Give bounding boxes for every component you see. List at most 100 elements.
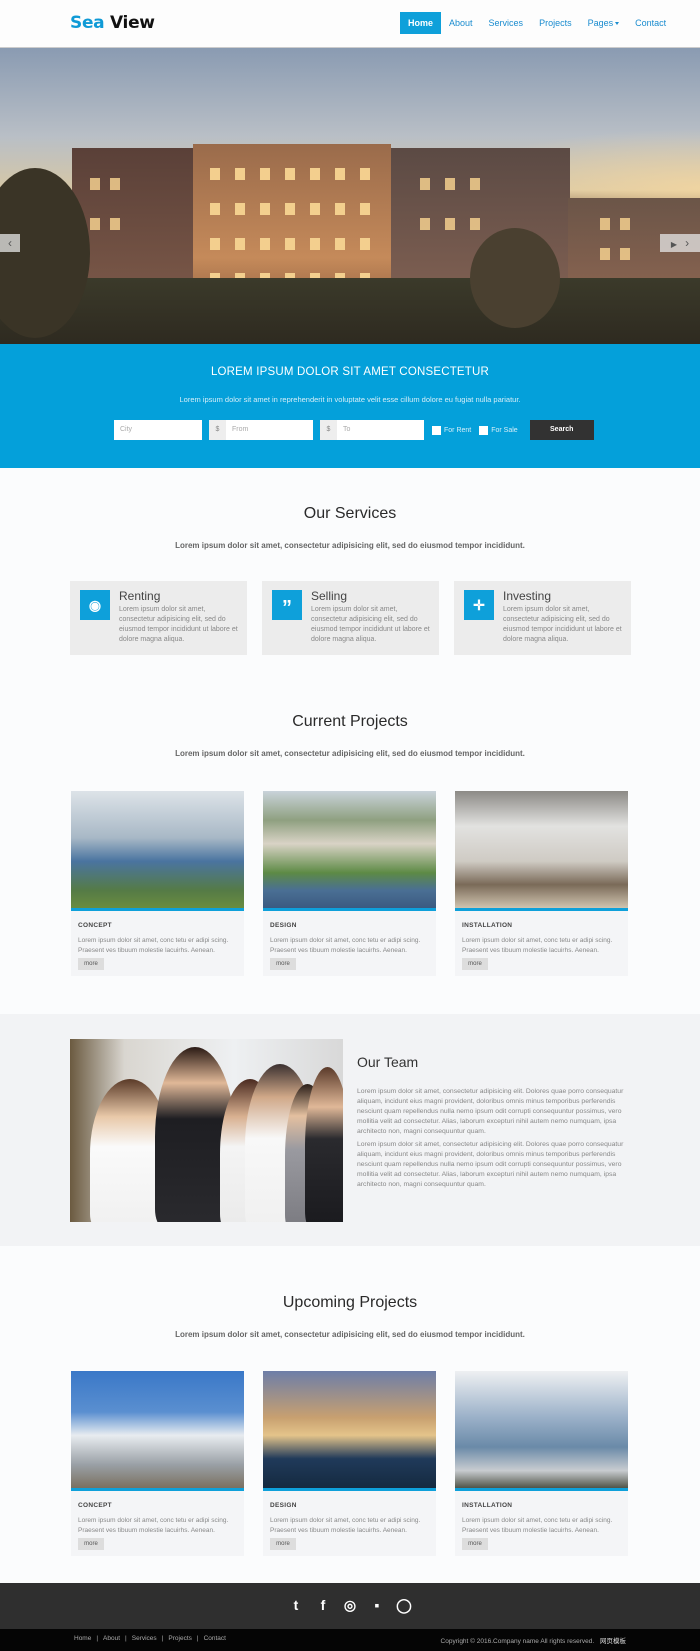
project-text: Lorem ipsum dolor sit amet, conc tetu er… bbox=[270, 1517, 421, 1534]
nav-services[interactable]: Services bbox=[481, 12, 532, 34]
hero-window bbox=[310, 168, 320, 180]
move-arrows-icon: ✛ bbox=[464, 590, 494, 620]
search-band-subtitle: Lorem ipsum dolor sit amet in reprehende… bbox=[179, 395, 521, 404]
project-text: Lorem ipsum dolor sit amet, conc tetu er… bbox=[78, 1517, 229, 1534]
city-placeholder: City bbox=[120, 426, 133, 433]
separator: | bbox=[196, 1635, 199, 1642]
project-card: INSTALLATION Lorem ipsum dolor sit amet,… bbox=[455, 1371, 628, 1556]
copyright: Copyright © 2016.Company name All rights… bbox=[441, 1635, 626, 1645]
slider-prev-button[interactable]: ‹ bbox=[0, 234, 20, 252]
checkbox-box[interactable] bbox=[479, 425, 489, 435]
nav-contact[interactable]: Contact bbox=[627, 12, 674, 34]
hero-window bbox=[285, 203, 295, 215]
hero-window bbox=[335, 168, 345, 180]
service-card-renting: ◉ Renting Lorem ipsum dolor sit amet, co… bbox=[70, 581, 247, 655]
dribbble-icon[interactable]: ◎ bbox=[342, 1596, 358, 1614]
team-photo bbox=[70, 1039, 343, 1222]
skyscrapers-photo[interactable] bbox=[71, 791, 244, 911]
living-room-photo[interactable] bbox=[455, 791, 628, 911]
nav-pages-label: Pages bbox=[587, 18, 614, 28]
office-tower-photo[interactable] bbox=[455, 1371, 628, 1491]
more-button[interactable]: more bbox=[270, 1538, 296, 1550]
services-title: Our Services bbox=[303, 505, 397, 522]
project-text: Lorem ipsum dolor sit amet, conc tetu er… bbox=[462, 937, 613, 954]
resort-photo[interactable] bbox=[263, 791, 436, 911]
facebook-icon[interactable]: f bbox=[315, 1596, 331, 1614]
footer-link-home[interactable]: Home bbox=[74, 1635, 91, 1642]
for-sale-checkbox[interactable]: For Sale bbox=[479, 425, 518, 435]
checkbox-box[interactable] bbox=[432, 425, 441, 435]
more-button[interactable]: more bbox=[78, 1538, 104, 1550]
hero-window bbox=[285, 238, 295, 250]
hero-window bbox=[260, 168, 270, 180]
chevron-right-icon: › bbox=[685, 236, 690, 250]
more-button[interactable]: more bbox=[270, 958, 296, 970]
search-button[interactable]: Search bbox=[529, 420, 594, 440]
eye-icon: ◉ bbox=[80, 590, 110, 620]
footer-link-projects[interactable]: Projects bbox=[168, 1635, 191, 1642]
footer-link-about[interactable]: About bbox=[103, 1635, 120, 1642]
city-input[interactable]: City bbox=[114, 420, 202, 440]
slider-next-button[interactable]: ▶ › bbox=[660, 234, 700, 252]
service-title: Renting bbox=[119, 589, 161, 603]
for-rent-label: For Rent bbox=[444, 426, 472, 434]
project-category: CONCEPT bbox=[78, 1502, 112, 1509]
service-card-investing: ✛ Investing Lorem ipsum dolor sit amet, … bbox=[454, 581, 631, 655]
hero-window bbox=[310, 203, 320, 215]
modern-house-photo[interactable] bbox=[71, 1371, 244, 1491]
hero-window bbox=[260, 238, 270, 250]
upcoming-projects-subtitle: Lorem ipsum dolor sit amet, consectetur … bbox=[175, 1330, 525, 1339]
from-placeholder: From bbox=[232, 426, 249, 433]
site-header: Sea View Home About Services Projects Pa… bbox=[0, 0, 700, 48]
hero-window bbox=[90, 218, 100, 230]
separator: | bbox=[125, 1635, 127, 1642]
hero-window bbox=[470, 178, 480, 190]
play-icon[interactable]: ▶ bbox=[671, 240, 677, 249]
nav-pages[interactable]: Pages bbox=[580, 12, 628, 34]
project-text: Lorem ipsum dolor sit amet, conc tetu er… bbox=[462, 1517, 613, 1534]
project-card: INSTALLATION Lorem ipsum dolor sit amet,… bbox=[455, 791, 628, 976]
footer-links: Home | About | Services | Projects | Contact bbox=[74, 1635, 226, 1642]
footer-link-contact[interactable]: Contact bbox=[204, 1635, 226, 1642]
price-from-input[interactable]: $ From bbox=[209, 420, 313, 440]
hero-window bbox=[420, 218, 430, 230]
hero-window bbox=[110, 178, 120, 190]
more-button[interactable]: more bbox=[462, 958, 488, 970]
hero-window bbox=[360, 238, 370, 250]
project-category: DESIGN bbox=[270, 1502, 297, 1509]
nav-projects[interactable]: Projects bbox=[531, 12, 580, 34]
current-projects-subtitle: Lorem ipsum dolor sit amet, consectetur … bbox=[175, 749, 525, 758]
project-category: CONCEPT bbox=[78, 922, 112, 929]
hero-window bbox=[285, 168, 295, 180]
github-icon[interactable]: ◯ bbox=[396, 1596, 412, 1614]
team-title: Our Team bbox=[357, 1054, 419, 1070]
quote-icon: ” bbox=[272, 590, 302, 620]
flickr-icon[interactable]: ▪ bbox=[369, 1596, 385, 1614]
twitter-icon[interactable]: t bbox=[288, 1596, 304, 1614]
nav-home[interactable]: Home bbox=[400, 12, 442, 34]
nav-about[interactable]: About bbox=[441, 12, 481, 34]
project-text: Lorem ipsum dolor sit amet, conc tetu er… bbox=[78, 937, 229, 954]
hero-window bbox=[335, 203, 345, 215]
more-button[interactable]: more bbox=[78, 958, 104, 970]
hero-window bbox=[445, 218, 455, 230]
footer-bottom: Home | About | Services | Projects | Contact… bbox=[0, 1629, 700, 1651]
hero-window bbox=[210, 238, 220, 250]
price-to-input[interactable]: $ To bbox=[320, 420, 424, 440]
team-paragraph: Lorem ipsum dolor sit amet, consectetur … bbox=[357, 1141, 624, 1188]
service-text: Lorem ipsum dolor sit amet, consectetur … bbox=[119, 606, 238, 643]
more-button[interactable]: more bbox=[462, 1538, 488, 1550]
services-subtitle: Lorem ipsum dolor sit amet, consectetur … bbox=[175, 541, 525, 550]
for-rent-checkbox[interactable]: For Rent bbox=[432, 425, 472, 435]
pool-house-photo[interactable] bbox=[263, 1371, 436, 1491]
service-title: Investing bbox=[503, 589, 552, 603]
logo[interactable]: Sea View bbox=[70, 13, 155, 33]
footer-link-services[interactable]: Services bbox=[132, 1635, 157, 1642]
copyright-link[interactable]: 网页模板 bbox=[600, 1638, 626, 1645]
chevron-left-icon: ‹ bbox=[8, 236, 12, 250]
social-links: t f ◎ ▪ ◯ bbox=[0, 1596, 700, 1614]
project-category: DESIGN bbox=[270, 922, 297, 929]
hero-window bbox=[110, 218, 120, 230]
separator: | bbox=[161, 1635, 164, 1642]
hero-window bbox=[210, 168, 220, 180]
